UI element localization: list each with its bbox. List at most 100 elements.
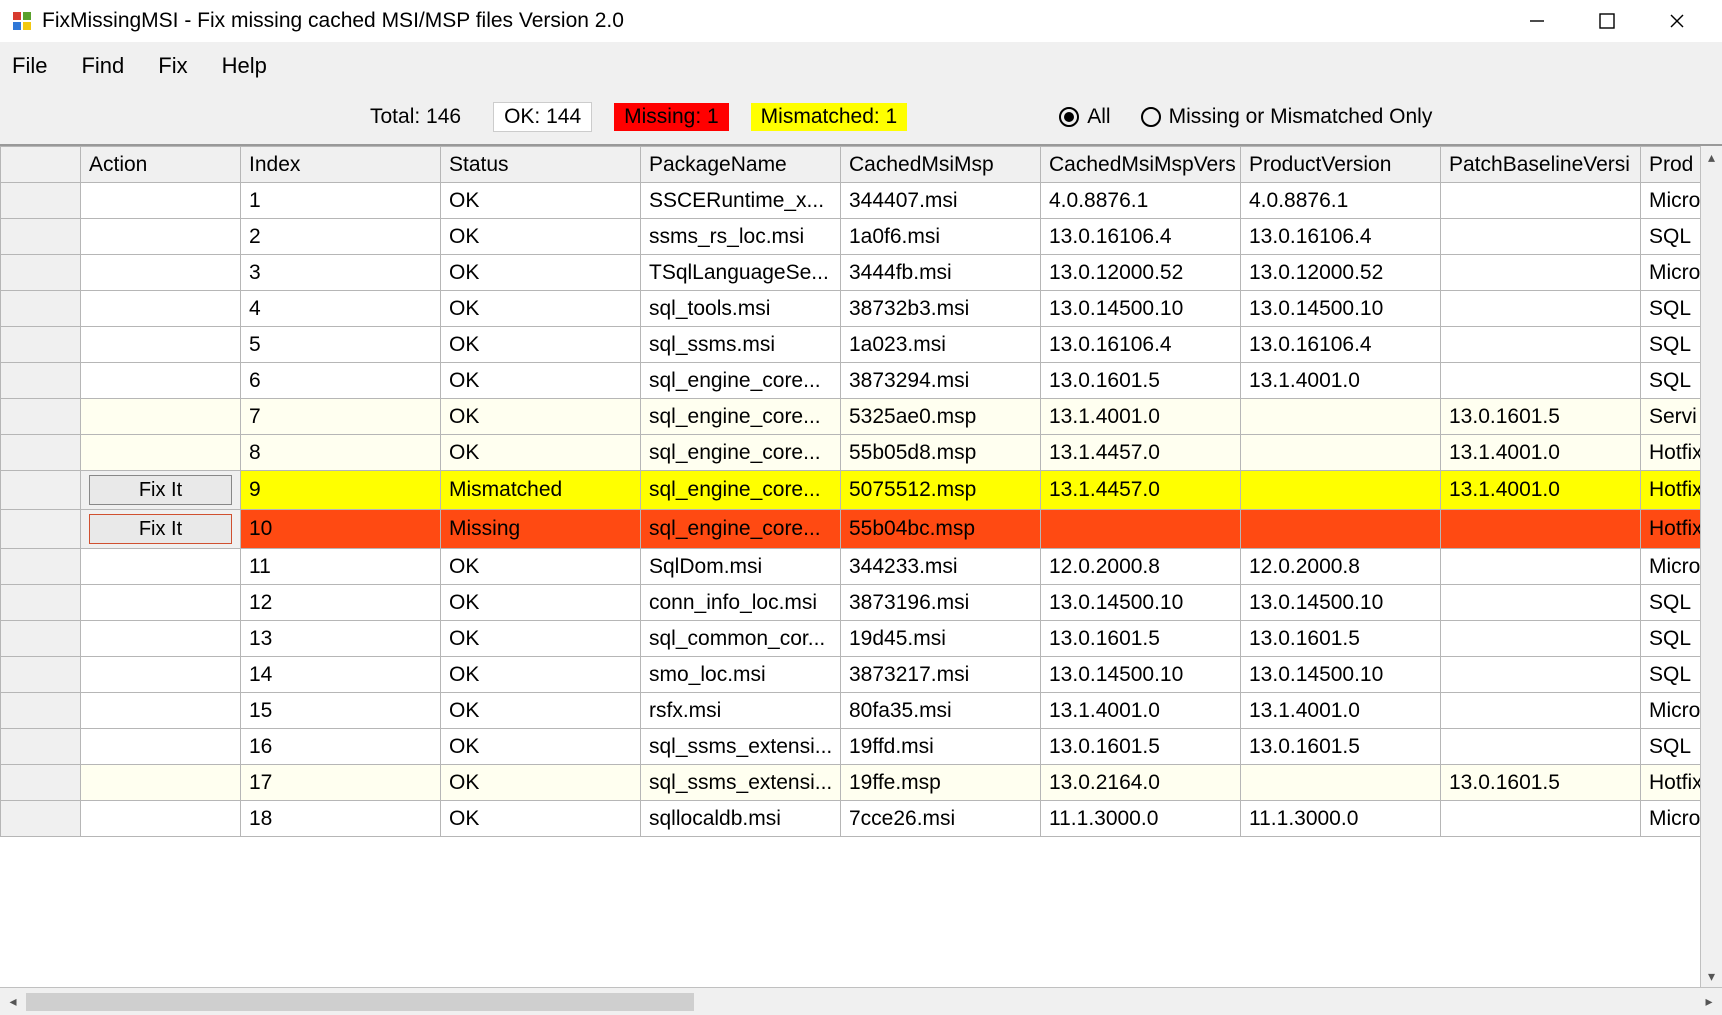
cell-cachedmsimsp[interactable]: 5325ae0.msp [841, 399, 1041, 435]
cell-prod[interactable]: Servi [1641, 399, 1705, 435]
vertical-scrollbar[interactable]: ▴ ▾ [1700, 146, 1722, 987]
cell-index[interactable]: 5 [241, 327, 441, 363]
cell-status[interactable]: OK [441, 765, 641, 801]
cell-patchbaselineversi[interactable]: 13.0.1601.5 [1441, 399, 1641, 435]
col-cachedmsimsp[interactable]: CachedMsiMsp [841, 147, 1041, 183]
scroll-left-icon[interactable]: ◂ [0, 993, 26, 1010]
cell-productversion[interactable] [1241, 765, 1441, 801]
cell-productversion[interactable] [1241, 399, 1441, 435]
cell-cachedmsimsp[interactable]: 1a0f6.msi [841, 219, 1041, 255]
scroll-thumb[interactable] [26, 993, 694, 1011]
cell-patchbaselineversi[interactable] [1441, 510, 1641, 549]
cell-productversion[interactable]: 13.0.16106.4 [1241, 327, 1441, 363]
cell-prod[interactable]: SQL [1641, 585, 1705, 621]
results-grid[interactable]: Action Index Status PackageName CachedMs… [0, 146, 1705, 837]
row-header[interactable] [1, 729, 81, 765]
table-row[interactable]: Fix It9Mismatchedsql_engine_core...50755… [1, 471, 1705, 510]
col-prod[interactable]: Prod [1641, 147, 1705, 183]
cell-patchbaselineversi[interactable] [1441, 183, 1641, 219]
cell-cachedmsimsp[interactable]: 3873196.msi [841, 585, 1041, 621]
cell-cachedmsimspvers[interactable]: 13.0.16106.4 [1041, 219, 1241, 255]
cell-index[interactable]: 6 [241, 363, 441, 399]
table-row[interactable]: 8OKsql_engine_core...55b05d8.msp13.1.445… [1, 435, 1705, 471]
cell-packagename[interactable]: SqlDom.msi [641, 549, 841, 585]
row-header[interactable] [1, 327, 81, 363]
cell-prod[interactable]: SQL [1641, 621, 1705, 657]
col-cachedmsimspvers[interactable]: CachedMsiMspVers [1041, 147, 1241, 183]
cell-index[interactable]: 8 [241, 435, 441, 471]
cell-productversion[interactable] [1241, 435, 1441, 471]
cell-cachedmsimspvers[interactable]: 13.0.1601.5 [1041, 729, 1241, 765]
cell-productversion[interactable]: 13.0.14500.10 [1241, 585, 1441, 621]
cell-packagename[interactable]: TSqlLanguageSe... [641, 255, 841, 291]
cell-cachedmsimsp[interactable]: 344407.msi [841, 183, 1041, 219]
cell-index[interactable]: 16 [241, 729, 441, 765]
cell-packagename[interactable]: conn_info_loc.msi [641, 585, 841, 621]
cell-packagename[interactable]: smo_loc.msi [641, 657, 841, 693]
cell-index[interactable]: 14 [241, 657, 441, 693]
cell-productversion[interactable]: 12.0.2000.8 [1241, 549, 1441, 585]
cell-prod[interactable]: Hotfix [1641, 765, 1705, 801]
cell-cachedmsimsp[interactable]: 7cce26.msi [841, 801, 1041, 837]
cell-patchbaselineversi[interactable] [1441, 729, 1641, 765]
cell-cachedmsimspvers[interactable]: 4.0.8876.1 [1041, 183, 1241, 219]
cell-cachedmsimspvers[interactable]: 13.0.1601.5 [1041, 621, 1241, 657]
cell-cachedmsimspvers[interactable]: 12.0.2000.8 [1041, 549, 1241, 585]
cell-packagename[interactable]: sql_engine_core... [641, 363, 841, 399]
cell-prod[interactable]: Micro [1641, 693, 1705, 729]
cell-patchbaselineversi[interactable]: 13.1.4001.0 [1441, 435, 1641, 471]
cell-cachedmsimsp[interactable]: 55b05d8.msp [841, 435, 1041, 471]
cell-cachedmsimspvers[interactable]: 13.0.14500.10 [1041, 585, 1241, 621]
cell-patchbaselineversi[interactable] [1441, 621, 1641, 657]
cell-index[interactable]: 10 [241, 510, 441, 549]
row-header[interactable] [1, 510, 81, 549]
cell-cachedmsimspvers[interactable] [1041, 510, 1241, 549]
cell-status[interactable]: Mismatched [441, 471, 641, 510]
row-header[interactable] [1, 621, 81, 657]
row-header[interactable] [1, 435, 81, 471]
scroll-right-icon[interactable]: ▸ [1696, 993, 1722, 1010]
cell-status[interactable]: OK [441, 219, 641, 255]
cell-status[interactable]: OK [441, 729, 641, 765]
cell-packagename[interactable]: rsfx.msi [641, 693, 841, 729]
cell-patchbaselineversi[interactable] [1441, 219, 1641, 255]
menu-fix[interactable]: Fix [158, 53, 187, 79]
table-row[interactable]: 2OKssms_rs_loc.msi1a0f6.msi13.0.16106.41… [1, 219, 1705, 255]
table-row[interactable]: 5OKsql_ssms.msi1a023.msi13.0.16106.413.0… [1, 327, 1705, 363]
cell-cachedmsimsp[interactable]: 19d45.msi [841, 621, 1041, 657]
cell-status[interactable]: Missing [441, 510, 641, 549]
close-button[interactable] [1664, 8, 1690, 34]
table-row[interactable]: 13OKsql_common_cor...19d45.msi13.0.1601.… [1, 621, 1705, 657]
cell-prod[interactable]: Hotfix [1641, 510, 1705, 549]
cell-cachedmsimspvers[interactable]: 13.1.4001.0 [1041, 693, 1241, 729]
scroll-track[interactable] [26, 993, 1696, 1011]
menu-find[interactable]: Find [81, 53, 124, 79]
cell-productversion[interactable]: 13.0.14500.10 [1241, 657, 1441, 693]
cell-index[interactable]: 11 [241, 549, 441, 585]
cell-cachedmsimsp[interactable]: 3873217.msi [841, 657, 1041, 693]
cell-action[interactable]: Fix It [81, 510, 241, 549]
horizontal-scrollbar[interactable]: ◂ ▸ [0, 987, 1722, 1015]
cell-prod[interactable]: Hotfix [1641, 471, 1705, 510]
cell-prod[interactable]: SQL [1641, 291, 1705, 327]
cell-status[interactable]: OK [441, 399, 641, 435]
menu-help[interactable]: Help [222, 53, 267, 79]
filter-all-radio[interactable]: All [1059, 105, 1110, 129]
cell-packagename[interactable]: SSCERuntime_x... [641, 183, 841, 219]
cell-cachedmsimspvers[interactable]: 13.1.4001.0 [1041, 399, 1241, 435]
cell-prod[interactable]: Micro [1641, 255, 1705, 291]
cell-cachedmsimsp[interactable]: 55b04bc.msp [841, 510, 1041, 549]
col-packagename[interactable]: PackageName [641, 147, 841, 183]
table-row[interactable]: 3OKTSqlLanguageSe...3444fb.msi13.0.12000… [1, 255, 1705, 291]
cell-productversion[interactable]: 13.0.14500.10 [1241, 291, 1441, 327]
cell-index[interactable]: 7 [241, 399, 441, 435]
table-row[interactable]: 16OKsql_ssms_extensi...19ffd.msi13.0.160… [1, 729, 1705, 765]
cell-cachedmsimsp[interactable]: 1a023.msi [841, 327, 1041, 363]
table-row[interactable]: Fix It10Missingsql_engine_core...55b04bc… [1, 510, 1705, 549]
col-index[interactable]: Index [241, 147, 441, 183]
cell-status[interactable]: OK [441, 255, 641, 291]
cell-productversion[interactable]: 13.0.16106.4 [1241, 219, 1441, 255]
cell-prod[interactable]: SQL [1641, 729, 1705, 765]
cell-index[interactable]: 12 [241, 585, 441, 621]
cell-productversion[interactable]: 13.0.12000.52 [1241, 255, 1441, 291]
